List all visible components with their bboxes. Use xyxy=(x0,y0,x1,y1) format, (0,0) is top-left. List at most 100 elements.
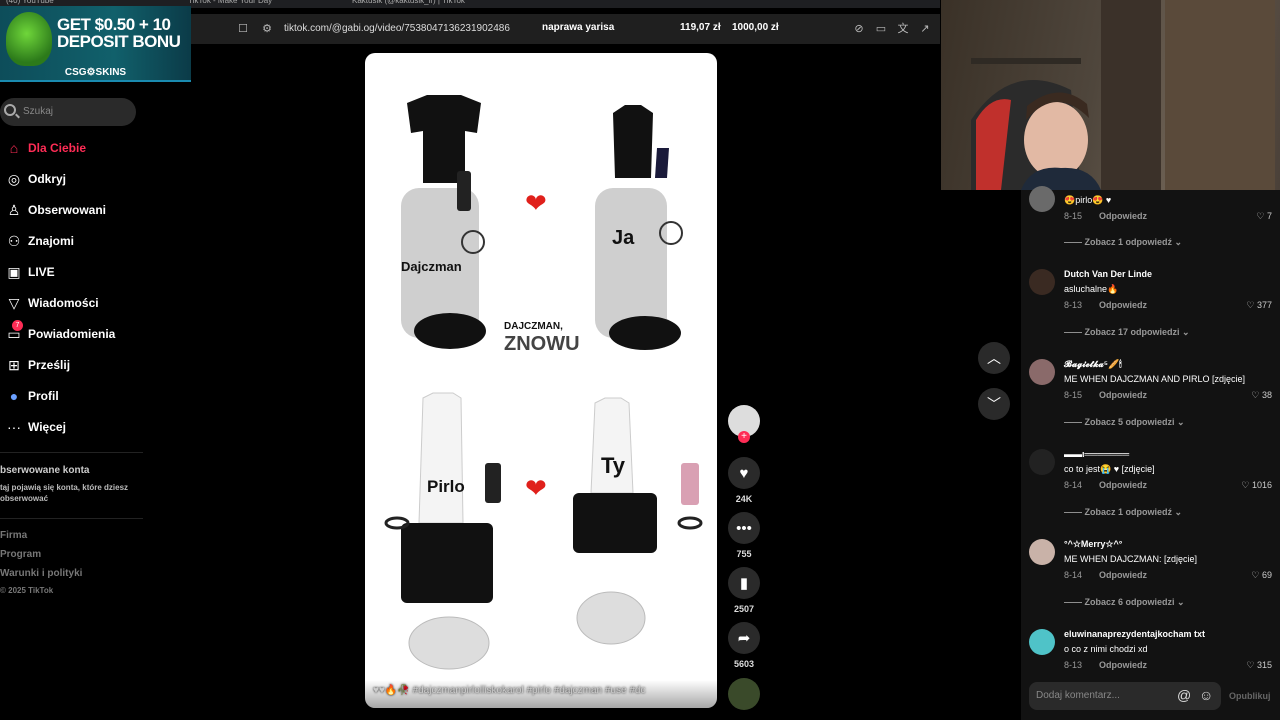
view-replies-label: Zobacz 17 odpowiedzi xyxy=(1084,327,1180,337)
footer-link-company[interactable]: Firma xyxy=(0,530,27,541)
comment-username[interactable]: °^☆Merry☆^° xyxy=(1064,539,1122,550)
share-count: 5603 xyxy=(733,659,755,669)
avatar[interactable] xyxy=(1029,269,1055,295)
footer-link-terms[interactable]: Warunki i polityki xyxy=(0,568,82,579)
comment-like-count: 315 xyxy=(1256,660,1272,670)
bookmark-icon[interactable]: ☐ xyxy=(236,22,250,36)
reply-button[interactable]: Odpowiedz xyxy=(1099,211,1147,221)
avatar[interactable] xyxy=(1029,539,1055,565)
reply-button[interactable]: Odpowiedz xyxy=(1099,390,1147,400)
view-replies-button[interactable]: —— Zobacz 5 odpowiedzi ⌄ xyxy=(1064,417,1185,428)
tab-tiktok-profile[interactable]: Kaktusik (@kaktusik_ir) | TikTok xyxy=(352,0,465,8)
sidebar-item-upload[interactable]: ⊞ Prześlij xyxy=(0,353,160,377)
comment-likes[interactable]: ♡ 315 xyxy=(1246,660,1272,671)
translate-icon[interactable]: 文 xyxy=(896,22,910,36)
comment-like-count: 7 xyxy=(1266,211,1272,221)
site-settings-icon[interactable]: ⚙ xyxy=(260,22,274,36)
sidebar-item-friends[interactable]: ⚇ Znajomi xyxy=(0,229,160,253)
no-tracking-icon[interactable]: ⊘ xyxy=(852,22,866,36)
mention-icon[interactable]: @ xyxy=(1177,687,1191,703)
video-label-dajczman-znowu-2: ZNOWU xyxy=(504,333,580,355)
user-follow-icon: ♙ xyxy=(7,201,21,218)
comment-text: ME WHEN DAJCZMAN: [zdjęcie] xyxy=(1064,554,1198,564)
footer-link-program[interactable]: Program xyxy=(0,549,41,560)
comment-button[interactable]: ••• 755 xyxy=(728,512,760,559)
avatar[interactable] xyxy=(1029,449,1055,475)
tab-tiktok-home[interactable]: TikTok - Make Your Day xyxy=(188,0,272,8)
video-label-dajczman: Dajczman xyxy=(401,259,462,274)
upload-icon: ⊞ xyxy=(8,356,20,373)
reply-button[interactable]: Odpowiedz xyxy=(1099,570,1147,580)
comment-date: 8-15 xyxy=(1064,390,1083,400)
heart-emoji-icon: ❤ xyxy=(525,473,547,503)
sidebar-item-label: Profil xyxy=(28,389,59,403)
emoji-icon[interactable]: ☺ xyxy=(1199,687,1213,703)
comment-username[interactable]: Dutch Van Der Linde xyxy=(1064,269,1152,279)
comment-username[interactable]: ▬▬ι═══════ xyxy=(1064,449,1129,459)
video-caption[interactable]: ♥♥🔥🥀 #dajczmanpirloiliskokarol #pirlo #d… xyxy=(373,685,645,696)
sidebar-item-label: Powiadomienia xyxy=(28,327,116,341)
avatar[interactable] xyxy=(1029,186,1055,212)
sidebar-item-label: Więcej xyxy=(28,420,66,434)
share-icon[interactable]: ↗ xyxy=(918,22,932,36)
comment-text: asluchalne🔥 xyxy=(1064,284,1119,294)
address-bar[interactable]: ☐ ⚙ tiktok.com/@gabi.og/video/7538047136… xyxy=(190,14,940,44)
like-button[interactable]: ♥ 24K xyxy=(728,457,760,504)
sidebar-item-messages[interactable]: ▽ Wiadomości xyxy=(0,291,160,315)
share-button[interactable]: ➦ 5603 xyxy=(728,622,760,669)
ad-headline-line-2: DEPOSIT BONU xyxy=(57,32,181,51)
comment-likes[interactable]: ♡ 38 xyxy=(1251,390,1272,401)
save-count: 2507 xyxy=(733,604,755,614)
comment-username[interactable]: 𝓑𝓪𝓰𝓲𝓮𝓽𝓴𝓪⁵🥖🕯 xyxy=(1064,359,1122,370)
comment-text: o co z nimi chodzi xd xyxy=(1064,644,1148,654)
sidebar-item-label: Znajomi xyxy=(28,234,75,248)
comment-date: 8-15 xyxy=(1064,211,1083,221)
live-icon: ▣ xyxy=(7,263,21,280)
comment-input[interactable]: Dodaj komentarz... @ ☺ xyxy=(1029,682,1221,710)
webcam-overlay xyxy=(941,0,1280,190)
sound-disc[interactable] xyxy=(728,678,760,710)
save-button[interactable]: ▮ 2507 xyxy=(728,567,760,614)
webcam-image xyxy=(971,0,1275,190)
comment-username[interactable]: eluwinanaprezydentajkocham txt xyxy=(1064,629,1205,639)
home-icon: ⌂ xyxy=(9,140,19,156)
comment-likes[interactable]: ♡ 377 xyxy=(1246,300,1272,311)
next-video-button[interactable]: ﹀ xyxy=(978,388,1010,420)
url-text[interactable]: tiktok.com/@gabi.og/video/75380471362319… xyxy=(284,23,510,34)
publish-button[interactable]: Opublikuj xyxy=(1229,691,1271,701)
reply-button[interactable]: Odpowiedz xyxy=(1099,480,1147,490)
sidebar-item-more[interactable]: ··· Więcej xyxy=(0,415,160,439)
sidebar-item-following[interactable]: ♙ Obserwowani xyxy=(0,198,160,222)
more-icon: ··· xyxy=(7,419,21,435)
creator-avatar[interactable]: + xyxy=(728,405,760,443)
view-replies-button[interactable]: —— Zobacz 6 odpowiedzi ⌄ xyxy=(1064,597,1185,608)
comment-like-count: 38 xyxy=(1261,390,1272,400)
install-app-icon[interactable]: ▭ xyxy=(874,22,888,36)
comment-icon: ••• xyxy=(728,512,760,544)
avatar[interactable] xyxy=(1029,359,1055,385)
followed-accounts-description: tąj pojawią się konta, które dziesz obse… xyxy=(0,483,129,503)
ad-banner[interactable]: GET $0.50 + 10 DEPOSIT BONU CSG⚙SKINS xyxy=(0,6,191,82)
view-replies-button[interactable]: —— Zobacz 1 odpowiedź ⌄ xyxy=(1064,237,1182,248)
previous-video-button[interactable]: ︿ xyxy=(978,342,1010,374)
comment-likes[interactable]: ♡ 1016 xyxy=(1241,480,1272,491)
sidebar-item-label: Prześlij xyxy=(28,358,71,372)
avatar[interactable] xyxy=(1029,629,1055,655)
reply-button[interactable]: Odpowiedz xyxy=(1099,660,1147,670)
send-icon: ▽ xyxy=(8,294,20,311)
comment-likes[interactable]: ♡ 7 xyxy=(1256,211,1272,222)
video-player[interactable]: ❤ ❤ Dajczman Ja DAJCZMAN, ZNOWU Pirlo Ty… xyxy=(365,53,717,708)
sidebar-item-notifications[interactable]: ▭ 7 Powiadomienia xyxy=(0,320,160,346)
reply-button[interactable]: Odpowiedz xyxy=(1099,300,1147,310)
comment-likes[interactable]: ♡ 69 xyxy=(1251,570,1272,581)
sidebar-item-live[interactable]: ▣ LIVE xyxy=(0,260,160,284)
view-replies-button[interactable]: —— Zobacz 1 odpowiedź ⌄ xyxy=(1064,507,1182,518)
follow-plus-icon[interactable]: + xyxy=(738,431,750,443)
video-label-ja: Ja xyxy=(612,227,635,249)
sidebar-item-profile[interactable]: ● Profil xyxy=(0,384,160,408)
search-input[interactable]: Szukaj xyxy=(0,98,136,126)
comment-input-placeholder: Dodaj komentarz... xyxy=(1036,690,1120,701)
view-replies-button[interactable]: —— Zobacz 17 odpowiedzi ⌄ xyxy=(1064,327,1190,338)
sidebar-item-explore[interactable]: ◎ Odkryj xyxy=(0,167,160,191)
sidebar-item-for-you[interactable]: ⌂ Dla Ciebie xyxy=(0,136,160,160)
